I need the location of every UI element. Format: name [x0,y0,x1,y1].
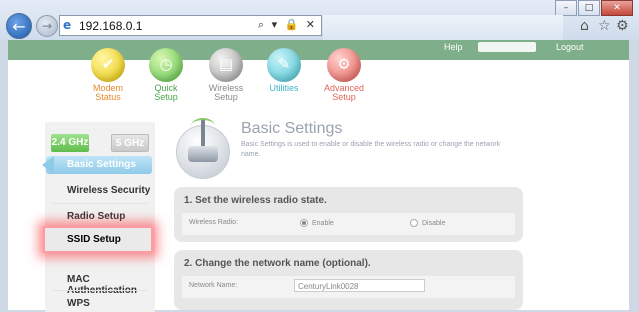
tools-icon: ✎ [267,48,301,82]
browser-toolbar: – □ ✕ ← → e 192.168.0.1 ⌕ ▾ 🔒 ✕ ⌂ ☆ ⚙ [0,0,639,40]
nav-utilities[interactable]: ✎ Utilities [254,48,314,93]
forward-arrow-icon[interactable]: → [36,15,58,37]
enable-label: Enable [312,219,334,227]
network-name-input[interactable]: CenturyLink0028 [294,279,425,292]
section-radio-state: 1. Set the wireless radio state. Wireles… [174,187,523,242]
router-icon: ▤ [209,48,243,82]
address-bar[interactable]: e 192.168.0.1 ⌕ ▾ 🔒 ✕ [59,15,322,36]
window-controls: – □ ✕ [554,0,633,16]
sidebar-item-label: WPS [67,298,90,309]
section-network-name: 2. Change the network name (optional). N… [174,250,523,310]
window-border [629,40,639,310]
divider [53,203,147,204]
nav-label: Utilities [269,83,299,93]
page-title: Basic Settings [241,120,343,137]
minimize-button[interactable]: – [555,0,577,16]
signal-wave [191,118,215,134]
page-description: Basic Settings is used to enable or disa… [241,141,501,158]
sidebar-item-wps[interactable]: WPS [45,298,155,309]
nav-label: Advanced Setup [323,83,365,102]
radio-dot[interactable] [300,219,308,227]
sidebar-item-ssid-setup[interactable]: SSID Setup [43,226,153,253]
radio-dot[interactable] [410,219,418,227]
router-body [188,146,218,162]
band-2-4ghz-button[interactable]: 2.4 GHz [51,134,89,152]
network-name-label: Network Name: [189,282,238,289]
star-icon[interactable]: ☆ [598,18,611,34]
nav-label: Modem Status [92,83,123,102]
divider [53,290,147,291]
tab-strip[interactable] [323,15,563,40]
home-icon[interactable]: ⌂ [580,18,589,34]
nav-modem-status[interactable]: ✔ Modem Status [78,48,138,102]
main-nav: ✔ Modem Status ◷ Quick Setup ▤ Wireless … [8,40,629,105]
section-title: 2. Change the network name (optional). [184,258,371,269]
nav-quick-setup[interactable]: ◷ Quick Setup [136,48,196,102]
enable-radio[interactable]: Enable [300,219,334,227]
network-name-row: Network Name: CenturyLink0028 [182,276,515,298]
router-page: Help Logout ✔ Modem Status ◷ Quick Setup… [8,40,629,312]
wireless-router-icon [176,118,230,179]
disable-label: Disable [422,219,446,227]
section-title: 1. Set the wireless radio state. [184,195,327,206]
nav-advanced-setup[interactable]: ⚙ Advanced Setup [314,48,374,102]
sidebar-item-label: Radio Setup [67,211,126,222]
close-window-button[interactable]: ✕ [601,0,633,16]
sidebar-item-label: SSID Setup [67,234,121,245]
active-arrow [42,156,54,174]
gear-icon[interactable]: ⚙ [616,18,629,34]
checkmark-icon: ✔ [91,48,125,82]
disable-radio[interactable]: Disable [410,219,445,227]
band-5ghz-button[interactable]: 5 GHz [111,134,149,152]
address-url[interactable]: 192.168.0.1 [79,19,142,33]
nav-label: Quick Setup [154,83,178,102]
address-tools[interactable]: ⌕ ▾ 🔒 ✕ [258,18,317,32]
ie-logo-icon: e [63,18,72,32]
nav-label: Wireless Setup [208,83,244,102]
sidebar-item-radio-setup[interactable]: Radio Setup [45,211,155,222]
clock-icon: ◷ [149,48,183,82]
back-arrow-icon[interactable]: ← [6,13,32,39]
nav-wireless-setup[interactable]: ▤ Wireless Setup [194,42,256,102]
sidebar-item-wireless-security[interactable]: Wireless Security [45,185,155,196]
sidebar-item-basic-settings[interactable]: Basic Settings [42,156,152,174]
maximize-button[interactable]: □ [578,0,600,16]
sidebar-item-label: Wireless Security [67,185,151,196]
sidebar: 2.4 GHz 5 GHz Basic Settings Wireless Se… [42,122,155,312]
gears-icon: ⚙ [327,48,361,82]
wireless-radio-label: Wireless Radio: [189,219,239,226]
sidebar-item-label: Basic Settings [67,159,136,170]
sidebar-item-label: MAC Authentication [67,274,137,296]
radio-state-row: Wireless Radio: Enable Disable [182,213,515,235]
